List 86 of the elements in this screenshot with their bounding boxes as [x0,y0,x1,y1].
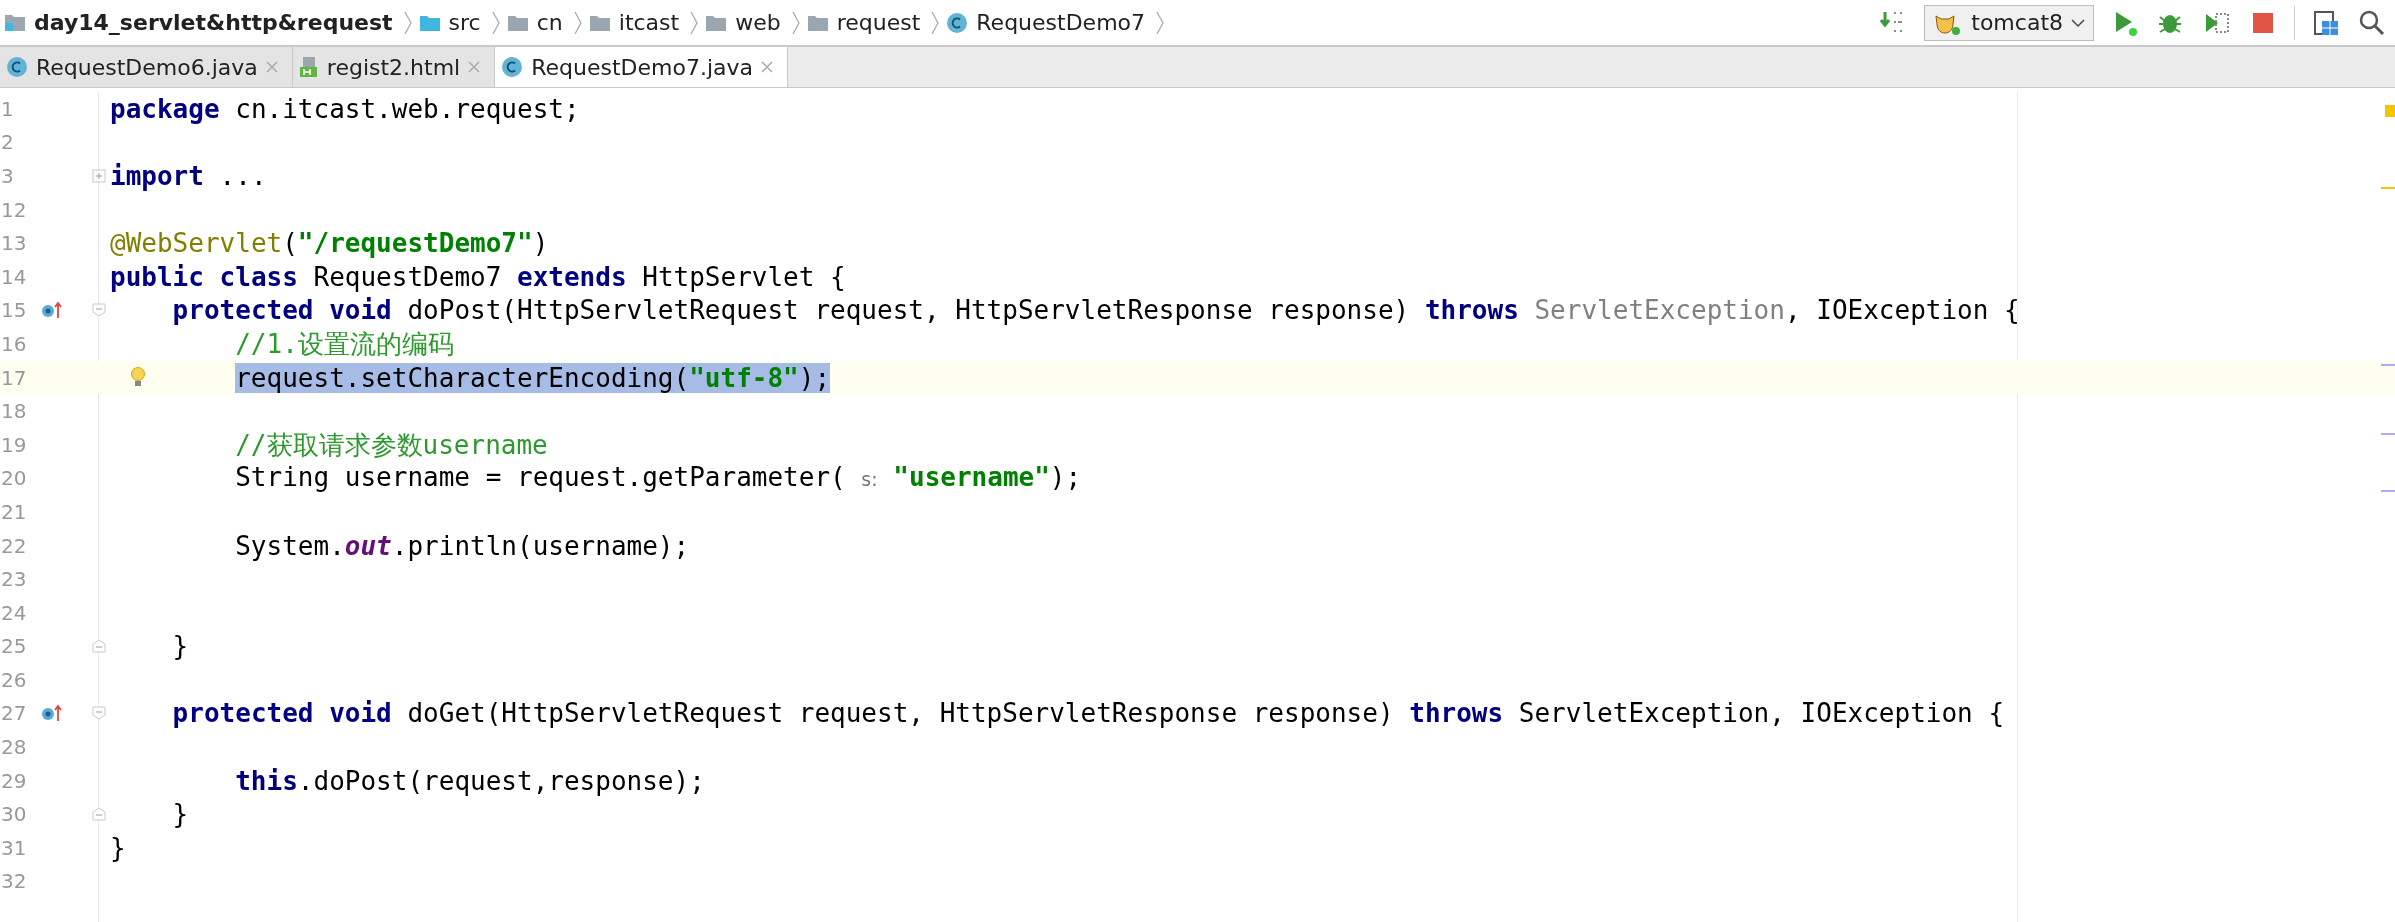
breadcrumb-label: request [836,10,921,35]
breadcrumb-label: src [448,10,481,35]
line-number: 20 [0,466,28,491]
code-line: } [110,832,126,863]
chevron-icon [790,9,801,36]
code-line: import ... [110,161,267,191]
html-file-icon [298,56,319,78]
chevron-icon [689,9,700,36]
breadcrumb-item[interactable]: web [705,10,781,35]
breadcrumb-item[interactable]: cn [506,10,563,35]
lightbulb-icon[interactable] [130,365,146,388]
line-number: 19 [0,432,28,457]
code-line: } [172,631,189,662]
code-line: package cn.itcast.web.request; [110,93,580,124]
breadcrumb-label: cn [536,10,563,35]
editor-tab[interactable]: RequestDemo7.java [495,47,789,87]
line-number: 25 [0,634,28,659]
line-number: 26 [0,667,28,692]
breadcrumb-item[interactable]: request [806,10,921,35]
selected-code: request.setCharacterEncoding("utf-8"); [235,362,831,393]
line-number: 15 [0,298,28,323]
class-icon [946,11,969,34]
folder-icon [418,13,441,32]
chevron-icon [402,9,413,36]
line-number: 32 [0,869,28,894]
tab-label: regist2.html [326,54,461,80]
code-line: System.out.println(username); [235,530,690,561]
line-number: 27 [0,701,28,726]
line-number: 24 [0,600,28,625]
code-line: String username = request.getParameter( s: "username"); [235,462,1082,495]
line-number: 22 [0,533,28,558]
class-icon [6,56,28,78]
line-number: 3 [0,164,15,188]
line-number: 13 [0,231,28,256]
line-number: 1 [0,96,15,121]
line-number: 30 [0,802,28,827]
code-line: this.doPost(request,response); [235,765,705,796]
folder-icon [588,13,611,32]
code-line: //获取请求参数username [235,429,548,460]
class-icon [501,56,524,78]
editor-tab[interactable]: RequestDemo6.java [0,47,293,87]
breadcrumb-item[interactable]: itcast [588,10,680,35]
breadcrumb-item[interactable]: src [418,10,481,35]
code-line: public class RequestDemo7 extends HttpServlet { [110,261,846,292]
run-configuration-label: tomcat8 [1971,10,2063,35]
override-marker-icon[interactable] [41,703,63,724]
caret-icon [2071,17,2085,28]
line-number: 2 [0,130,15,155]
code-line: protected void doGet(HttpServletRequest request, HttpServletResponse response) throws ServletException, IOException { [172,698,2005,729]
line-number: 28 [0,735,28,760]
code-line: } [172,799,189,830]
breadcrumb-label: web [735,10,781,35]
tab-label: RequestDemo7.java [531,54,754,80]
line-number: 14 [0,264,28,289]
run-configuration-dropdown[interactable]: tomcat8 [1924,4,2094,41]
code-line: @WebServlet("/requestDemo7") [110,228,549,259]
folder-icon [506,13,529,32]
line-number: 17 [0,365,28,390]
tab-label: RequestDemo6.java [36,54,258,80]
warning-stripe-icon [2381,187,2395,189]
editor-tab[interactable]: regist2.html [292,47,496,87]
close-icon[interactable] [468,61,481,73]
line-number: 29 [0,768,28,793]
line-number: 18 [0,399,28,424]
code-line: protected void doPost(HttpServletRequest request, HttpServletResponse response) throws ServletException, IOException { [172,295,2020,326]
folder-icon [806,13,829,32]
close-icon[interactable] [265,61,278,73]
usage-stripe-icon [2381,433,2395,435]
usage-stripe-icon [2381,490,2395,492]
warning-stripe-icon [2385,105,2395,117]
line-number: 12 [0,197,28,222]
line-number: 21 [0,499,28,524]
breadcrumb-label: itcast [618,10,680,35]
close-icon[interactable] [761,61,774,73]
chevron-icon [930,9,941,36]
folder-icon [705,13,728,32]
usage-stripe-icon [2381,364,2395,366]
chevron-icon [1155,9,1166,36]
chevron-icon [572,9,583,36]
chevron-icon [490,9,501,36]
code-line: //1.设置流的编码 [235,328,454,359]
override-marker-icon[interactable] [41,300,63,321]
line-number: 23 [0,567,28,592]
line-number: 16 [0,331,28,356]
line-number: 31 [0,835,28,860]
project-icon [4,12,26,33]
